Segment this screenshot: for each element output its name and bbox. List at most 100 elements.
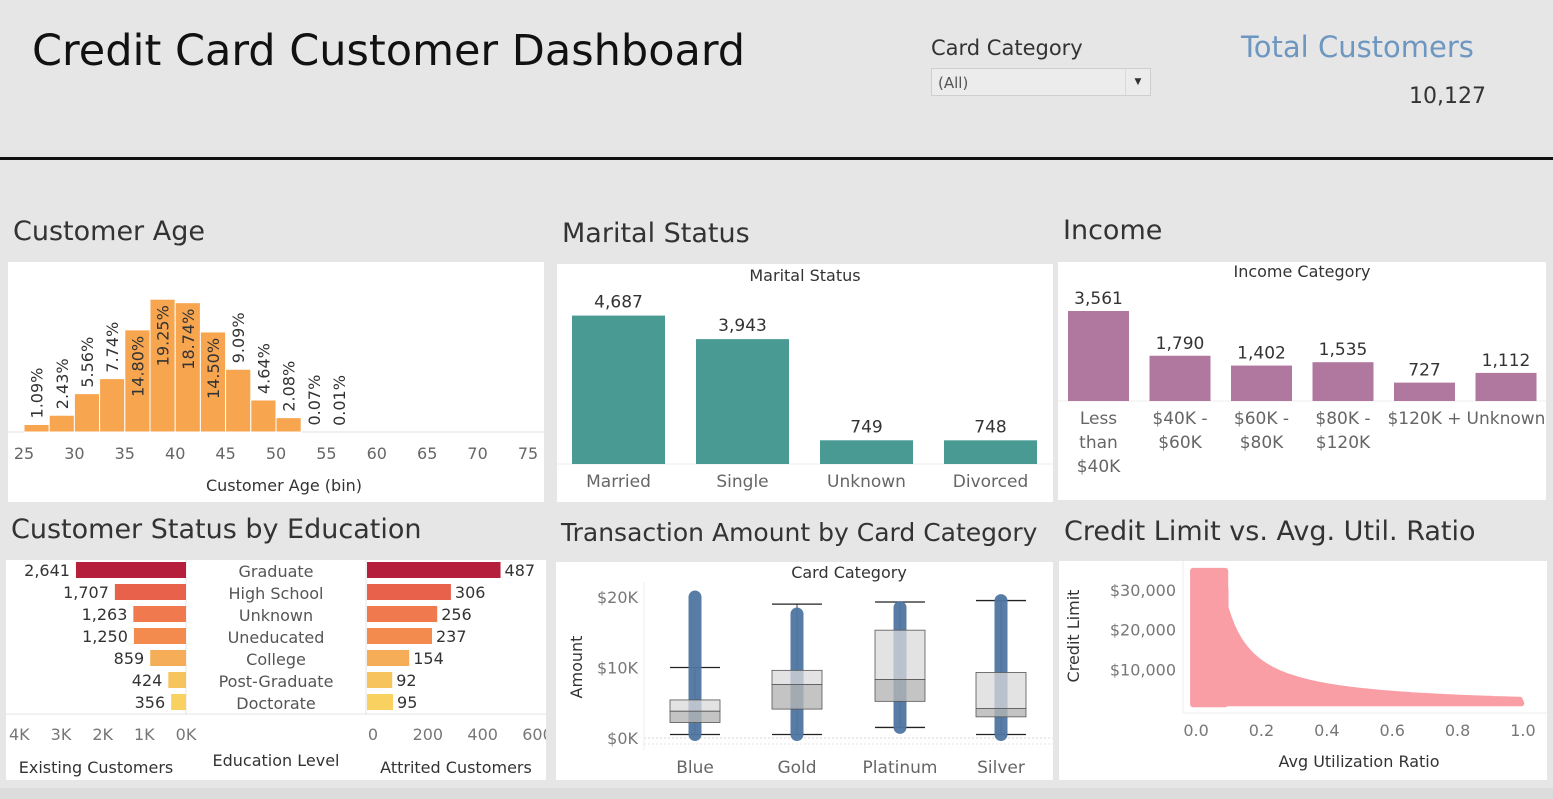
age-tick-label: 35 [115, 444, 135, 463]
marital-bar [696, 339, 789, 464]
age-bar [250, 399, 277, 433]
age-bar-label: 1.09% [28, 368, 47, 419]
income-category-label: $40K - [1152, 409, 1207, 429]
existing-tick-label: 3K [51, 725, 72, 744]
attrited-bar [367, 584, 451, 600]
scatter-x-tick-label: 0.8 [1445, 721, 1470, 740]
box-upper [874, 629, 926, 680]
age-bar-label: 0.07% [305, 375, 324, 426]
scatter-dense-cluster [1190, 567, 1229, 708]
section-title-income: Income [1063, 215, 1163, 246]
age-tick-label: 50 [266, 444, 286, 463]
box-y-axis-title: Amount [567, 636, 586, 699]
existing-tick-label: 0K [176, 725, 197, 744]
box-upper [771, 669, 823, 685]
attrited-value-label: 92 [396, 671, 416, 690]
marital-value-label: 4,687 [594, 293, 643, 313]
income-value-label: 727 [1408, 361, 1440, 381]
age-bar-label: 9.09% [229, 312, 248, 363]
income-category-label: $60K [1158, 433, 1202, 453]
age-bar-label: 18.74% [179, 309, 198, 370]
box-lower [771, 684, 823, 710]
marital-bar-chart: Marital Status 4,687 Married 3,943 Single 749… [557, 266, 1053, 492]
age-tick-label: 30 [64, 444, 84, 463]
attrited-bar [367, 650, 410, 666]
existing-axis-title: Existing Customers [19, 758, 174, 777]
income-bar [1475, 372, 1537, 401]
attrited-value-label: 154 [413, 649, 444, 668]
attrited-value-label: 487 [505, 561, 536, 580]
income-category-label: than [1079, 433, 1118, 453]
chevron-down-icon[interactable]: ▼ [1125, 69, 1150, 95]
education-category-label: College [246, 650, 306, 669]
education-category-label: High School [229, 584, 324, 603]
box-y-tick-label: $20K [597, 588, 639, 607]
scatter-x-tick-label: 0.2 [1249, 721, 1274, 740]
age-bar-label: 7.74% [103, 322, 122, 373]
existing-value-label: 356 [135, 693, 166, 712]
total-customers-value: 10,127 [1409, 84, 1486, 109]
income-bar-chart: Income Category 3,561 Less than $40K 1,790 $40… [1058, 262, 1546, 477]
attrited-value-label: 95 [397, 693, 417, 712]
age-tick-label: 70 [467, 444, 487, 463]
age-bar [99, 378, 126, 433]
existing-value-label: 424 [132, 671, 163, 690]
existing-value-label: 2,641 [24, 561, 70, 580]
age-axis-title: Customer Age (bin) [206, 476, 362, 495]
card-category-selected-value: (All) [938, 74, 969, 92]
age-bar [225, 368, 252, 433]
scatter-y-axis-title: Credit Limit [1064, 590, 1083, 683]
box-lower [874, 679, 926, 702]
age-tick-label: 40 [165, 444, 185, 463]
education-category-label: Doctorate [236, 694, 315, 713]
age-bar [73, 393, 101, 433]
attrited-bar [367, 694, 394, 710]
income-bar [1312, 362, 1374, 401]
marital-category-label: Divorced [953, 472, 1029, 492]
income-category-label: $120K + [1387, 409, 1461, 429]
marital-value-label: 749 [850, 417, 882, 437]
card-category-dropdown[interactable]: (All) ▼ [931, 68, 1151, 96]
scatter-x-tick-label: 0.4 [1314, 721, 1339, 740]
income-value-label: 1,790 [1156, 334, 1205, 354]
age-bar-label: 5.56% [78, 337, 97, 388]
existing-bar [75, 562, 186, 578]
box-upper [975, 672, 1027, 709]
attrited-bar [367, 562, 501, 578]
scatter-x-axis-title: Avg Utilization Ratio [1278, 752, 1439, 771]
age-bar [48, 414, 75, 433]
attrited-bar [367, 628, 432, 644]
attrited-tick-label: 0 [368, 725, 378, 744]
existing-value-label: 859 [114, 649, 145, 668]
age-bar-label: 2.08% [280, 361, 299, 412]
scatter-x-tick-label: 1.0 [1510, 721, 1535, 740]
age-bar-label: 2.43% [53, 358, 72, 409]
education-category-label: Graduate [239, 562, 314, 581]
attrited-bar [367, 606, 438, 622]
education-chart-panel: 2,641 487 Graduate 1,707 306 High School 1,263… [6, 560, 553, 780]
existing-bar [150, 650, 186, 666]
transaction-box-plot: Card Category $0K $10K $20K Amount Blue Gold Pl… [567, 563, 1053, 778]
box-category-label: Gold [777, 758, 816, 778]
age-chart-panel: 1.09% 2.43% 5.56% 7.74% 14.80% 19.25% 18.74% 14… [8, 262, 544, 502]
attrited-value-label: 256 [441, 605, 472, 624]
existing-value-label: 1,250 [82, 627, 128, 646]
section-title-marital: Marital Status [562, 218, 750, 249]
marital-category-label: Unknown [827, 472, 906, 492]
scatter-y-tick-label: $20,000 [1110, 621, 1176, 640]
attrited-axis-title: Attrited Customers [380, 758, 532, 777]
scatter-y-tick-label: $10,000 [1110, 660, 1176, 679]
section-title-age: Customer Age [13, 216, 205, 247]
attrited-tick-label: 600 [522, 725, 546, 744]
dashboard-title: Credit Card Customer Dashboard [32, 26, 746, 76]
income-chart-title: Income Category [1233, 262, 1370, 281]
income-category-label: Less [1080, 409, 1117, 429]
marital-value-label: 748 [974, 417, 1006, 437]
income-chart-panel: Income Category 3,561 Less than $40K 1,790 $40… [1058, 262, 1546, 500]
education-axis-title: Education Level [213, 751, 340, 770]
existing-bar [133, 628, 186, 644]
existing-bar [171, 694, 186, 710]
total-customers-label: Total Customers [1241, 30, 1474, 64]
age-tick-label: 75 [518, 444, 538, 463]
age-tick-label: 60 [367, 444, 387, 463]
